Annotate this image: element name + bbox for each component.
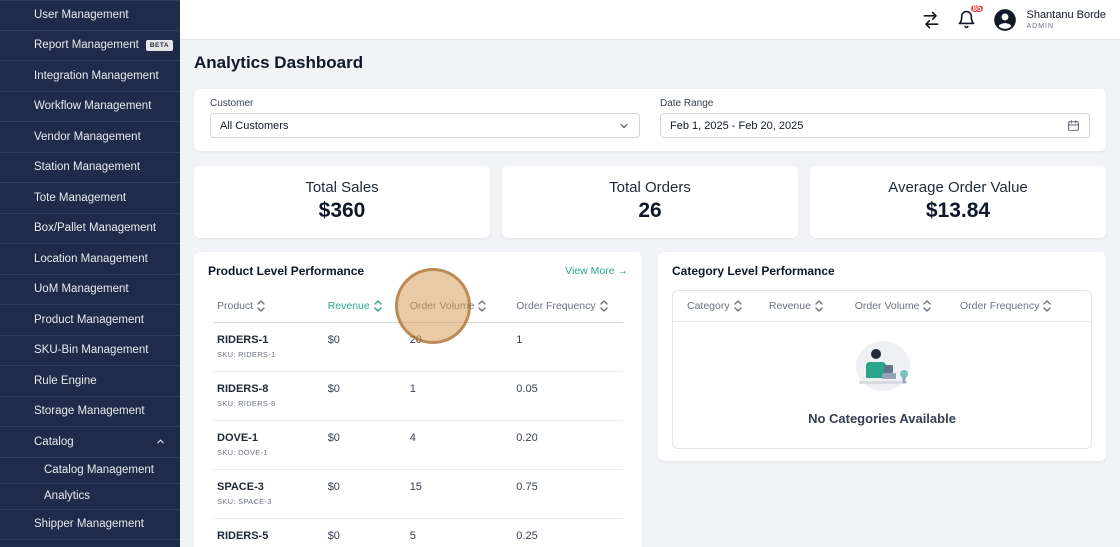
table-row[interactable]: DOVE-1SKU: DOVE-1 $0 4 0.20	[213, 421, 623, 470]
filters-card: Customer All Customers Date Range Feb 1,…	[194, 89, 1106, 151]
stat-average-order-value: Average Order Value $13.84	[810, 166, 1106, 238]
sort-icon	[600, 300, 608, 312]
table-row[interactable]: RIDERS-8SKU: RIDERS-8 $0 1 0.05	[213, 372, 623, 421]
col-category[interactable]: Category	[687, 300, 769, 312]
sort-icon	[923, 300, 931, 312]
sidebar-item-location-management[interactable]: Location Management	[0, 244, 180, 275]
page-title: Analytics Dashboard	[194, 53, 1106, 73]
empty-state: No Categories Available	[673, 322, 1091, 448]
table-row[interactable]: RIDERS-5SKU: RIDERS-5 $0 5 0.25	[213, 519, 623, 547]
col-order-volume[interactable]: Order Volume	[855, 300, 960, 312]
transfer-icon[interactable]	[921, 10, 941, 30]
stat-total-sales: Total Sales $360	[194, 166, 490, 238]
beta-badge: BETA	[146, 40, 173, 51]
sidebar-item-product-management[interactable]: Product Management	[0, 305, 180, 336]
sidebar-item-sku-bin-management[interactable]: SKU-Bin Management	[0, 336, 180, 367]
sidebar-item-uom-management[interactable]: UoM Management	[0, 275, 180, 306]
col-order-volume[interactable]: Order Volume	[406, 286, 513, 323]
sidebar-item-tote-management[interactable]: Tote Management	[0, 183, 180, 214]
table-row[interactable]: RIDERS-1SKU: RIDERS-1 $0 20 1	[213, 323, 623, 372]
product-panel-title: Product Level Performance	[208, 264, 364, 278]
avatar-icon[interactable]	[992, 7, 1018, 33]
chevron-down-icon	[618, 120, 630, 132]
sidebar-item-workflow-management[interactable]: Workflow Management	[0, 92, 180, 123]
sidebar-item-catalog-management[interactable]: Catalog Management	[0, 458, 180, 484]
sort-icon	[374, 300, 382, 312]
sidebar: User Management Report ManagementBETA In…	[0, 0, 180, 547]
empty-state-illustration	[849, 336, 915, 396]
col-revenue[interactable]: Revenue	[324, 286, 406, 323]
col-revenue[interactable]: Revenue	[769, 300, 855, 312]
category-table: Category Revenue Order Volume Order Freq…	[672, 290, 1092, 449]
stats-row: Total Sales $360 Total Orders 26 Average…	[194, 166, 1106, 238]
chevron-up-icon	[155, 436, 166, 447]
category-panel-title: Category Level Performance	[672, 264, 1092, 278]
sidebar-item-shipper-management[interactable]: Shipper Management	[0, 510, 180, 541]
view-more-link[interactable]: View More →	[565, 265, 628, 277]
table-row[interactable]: SPACE-3SKU: SPACE-3 $0 15 0.75	[213, 470, 623, 519]
sidebar-item-user-management[interactable]: User Management	[0, 0, 180, 31]
user-name: Shantanu Borde	[1026, 9, 1106, 21]
sidebar-item-station-management[interactable]: Station Management	[0, 153, 180, 184]
category-performance-panel: Category Level Performance Category Reve…	[658, 252, 1106, 461]
calendar-icon	[1067, 119, 1080, 132]
date-range-input[interactable]: Feb 1, 2025 - Feb 20, 2025	[660, 113, 1090, 138]
col-product[interactable]: Product	[213, 286, 324, 323]
topbar: 65 Shantanu Borde ADMIN	[180, 0, 1120, 40]
main-content: Analytics Dashboard Customer All Custome…	[180, 40, 1120, 547]
user-role: ADMIN	[1026, 23, 1106, 30]
customer-select[interactable]: All Customers	[210, 113, 640, 138]
sidebar-item-integration-management[interactable]: Integration Management	[0, 61, 180, 92]
product-table: Product Revenue Order Volume Order Frequ…	[213, 286, 623, 547]
date-range-label: Date Range	[660, 98, 1090, 109]
sort-icon	[478, 300, 486, 312]
sidebar-item-report-management[interactable]: Report ManagementBETA	[0, 31, 180, 62]
sort-icon	[815, 300, 823, 312]
sort-icon	[1043, 300, 1051, 312]
empty-state-text: No Categories Available	[673, 411, 1091, 426]
col-order-frequency[interactable]: Order Frequency	[960, 300, 1077, 312]
col-order-frequency[interactable]: Order Frequency	[512, 286, 623, 323]
sort-icon	[734, 300, 742, 312]
customer-filter-label: Customer	[210, 98, 640, 109]
sidebar-item-catalog[interactable]: Catalog	[0, 427, 180, 458]
sidebar-item-rule-engine[interactable]: Rule Engine	[0, 366, 180, 397]
sidebar-item-box-pallet-management[interactable]: Box/Pallet Management	[0, 214, 180, 245]
sort-icon	[257, 300, 265, 312]
sidebar-item-storage-management[interactable]: Storage Management	[0, 397, 180, 428]
sidebar-item-analytics[interactable]: Analytics	[0, 484, 180, 510]
sidebar-item-vendor-management[interactable]: Vendor Management	[0, 122, 180, 153]
stat-total-orders: Total Orders 26	[502, 166, 798, 238]
product-performance-panel: Product Level Performance View More → Pr…	[194, 252, 642, 547]
notification-count-badge: 65	[969, 3, 986, 14]
notifications-bell-icon[interactable]: 65	[957, 10, 976, 29]
